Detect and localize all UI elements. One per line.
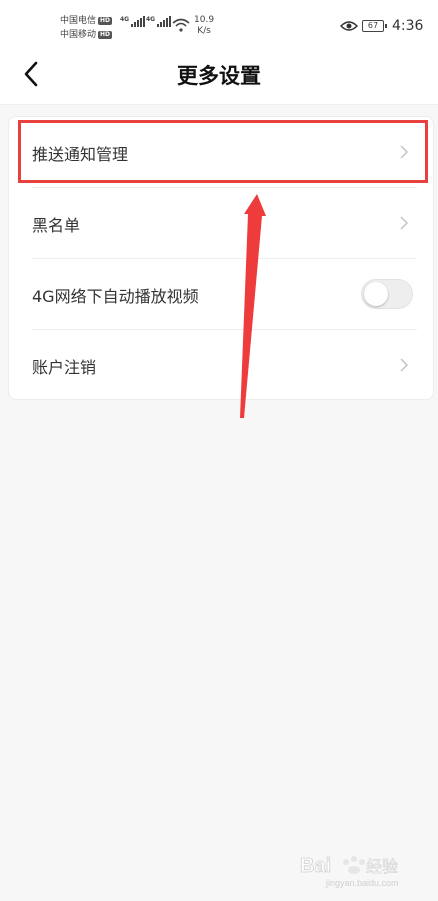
signal-icon: 4G bbox=[146, 16, 172, 27]
wifi-icon bbox=[172, 18, 190, 32]
carrier-info: 中国电信 HD 中国移动 HD bbox=[60, 14, 113, 42]
settings-item-label: 4G网络下自动播放视频 bbox=[32, 287, 199, 306]
eye-comfort-icon bbox=[340, 21, 358, 31]
settings-item-autoplay-4g: 4G网络下自动播放视频 bbox=[9, 259, 433, 330]
carrier-1: 中国电信 bbox=[60, 16, 97, 26]
battery-icon: 67 bbox=[362, 20, 387, 32]
svg-text:jingyan.baidu.com: jingyan.baidu.com bbox=[325, 878, 399, 888]
baidu-jingyan-watermark: Bai 经验 jingyan.baidu.com bbox=[300, 855, 399, 888]
page-title: 更多设置 bbox=[177, 64, 261, 88]
chevron-right-icon bbox=[400, 358, 409, 372]
settings-item-label: 黑名单 bbox=[32, 216, 81, 235]
hd-badge: HD bbox=[98, 31, 113, 39]
nav-bar: 更多设置 bbox=[0, 44, 438, 105]
settings-item-blacklist[interactable]: 黑名单 bbox=[9, 188, 433, 259]
autoplay-toggle[interactable] bbox=[361, 279, 413, 309]
hd-badge: HD bbox=[98, 17, 113, 25]
highlight-box bbox=[18, 120, 428, 183]
signal-icon: 4G bbox=[120, 16, 146, 27]
svg-text:Bai: Bai bbox=[300, 855, 331, 877]
svg-text:经验: 经验 bbox=[366, 857, 398, 876]
network-speed: 10.9 K/s bbox=[194, 15, 215, 36]
settings-item-label: 账户注销 bbox=[32, 358, 97, 377]
settings-item-account-deletion[interactable]: 账户注销 bbox=[9, 330, 433, 401]
clock: 4:36 bbox=[392, 18, 424, 34]
carrier-2: 中国移动 bbox=[60, 30, 97, 40]
status-bar: 中国电信 HD 中国移动 HD 4G 4G 10.9 K/s 67 4:36 bbox=[0, 0, 438, 44]
toggle-knob bbox=[364, 282, 388, 306]
chevron-right-icon bbox=[400, 216, 409, 230]
